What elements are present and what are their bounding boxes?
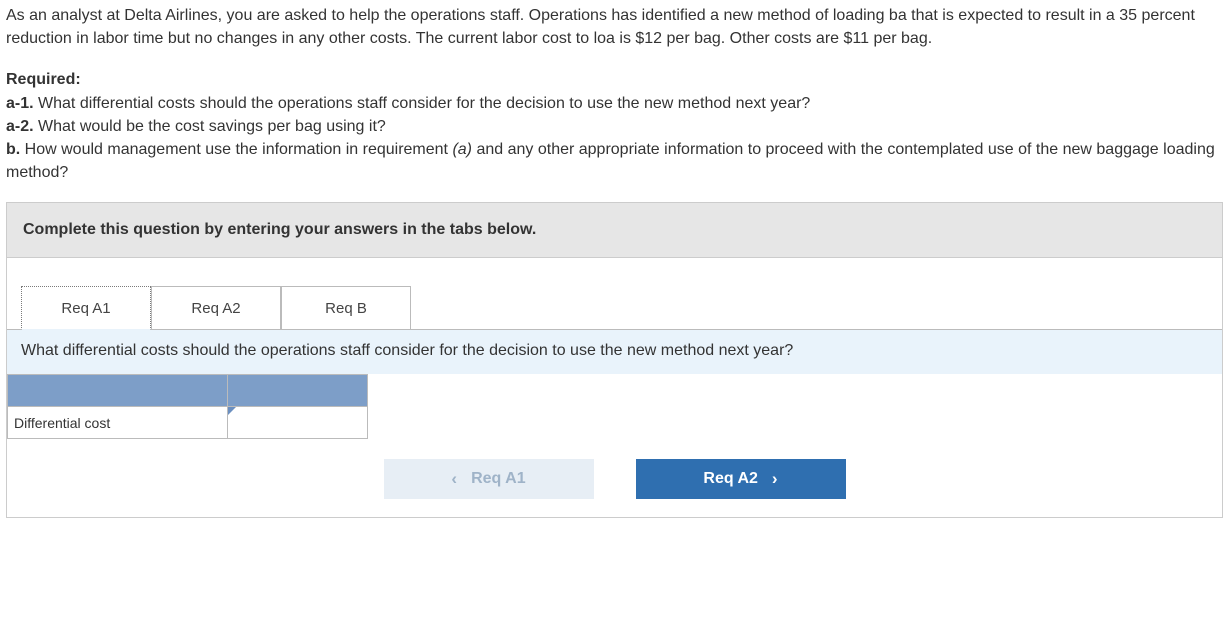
tabs-row: Req A1 Req A2 Req B: [7, 258, 1222, 330]
required-heading: Required:: [6, 71, 81, 88]
tab-req-a2[interactable]: Req A2: [151, 286, 281, 330]
req-a1-label: a-1.: [6, 95, 34, 112]
req-a2-text: What would be the cost savings per bag u…: [34, 118, 386, 135]
next-button[interactable]: Req A2 ›: [636, 459, 846, 499]
req-a1-text: What differential costs should the opera…: [34, 95, 811, 112]
next-button-label: Req A2: [703, 470, 758, 488]
problem-statement: As an analyst at Delta Airlines, you are…: [6, 4, 1223, 50]
tab-prompt: What differential costs should the opera…: [7, 329, 1222, 374]
nav-row: ‹ Req A1 Req A2 ›: [7, 439, 1222, 517]
panel-instruction: Complete this question by entering your …: [7, 203, 1222, 258]
req-b-text-pre: How would management use the information…: [20, 141, 452, 158]
chevron-right-icon: ›: [772, 469, 778, 489]
prev-button[interactable]: ‹ Req A1: [384, 459, 594, 499]
table-header-blank-2: [228, 375, 368, 407]
answer-panel: Complete this question by entering your …: [6, 202, 1223, 518]
differential-cost-input[interactable]: [228, 407, 368, 439]
table-header-blank-1: [8, 375, 228, 407]
tab-req-a1[interactable]: Req A1: [21, 286, 151, 330]
answer-table: Differential cost: [7, 374, 368, 439]
chevron-left-icon: ‹: [451, 469, 457, 489]
req-b-label: b.: [6, 141, 20, 158]
req-a2-label: a-2.: [6, 118, 34, 135]
row-label-differential-cost: Differential cost: [8, 407, 228, 439]
required-block: Required: a-1. What differential costs s…: [6, 68, 1223, 184]
tab-req-b[interactable]: Req B: [281, 286, 411, 330]
prev-button-label: Req A1: [471, 470, 526, 488]
req-b-text-italic: (a): [452, 141, 472, 158]
